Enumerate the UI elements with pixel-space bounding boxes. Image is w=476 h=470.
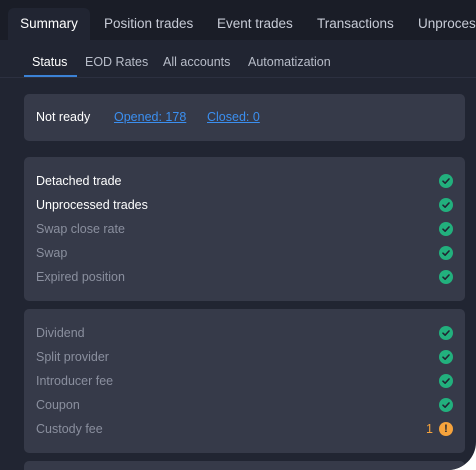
check-row-detached-trade: Detached trade: [36, 169, 453, 193]
check-row-dividend: Dividend: [36, 321, 453, 345]
active-subtab-indicator: [24, 75, 77, 77]
subtab-status[interactable]: Status: [32, 55, 67, 69]
check-label: Split provider: [36, 350, 109, 364]
main-tab-bar: Summary Position trades Event trades Tra…: [0, 0, 476, 40]
check-icon: [439, 222, 453, 236]
tab-transactions[interactable]: Transactions: [317, 8, 394, 40]
tab-unprocessed[interactable]: Unprocess: [418, 8, 476, 40]
tab-position-trades[interactable]: Position trades: [104, 8, 193, 40]
check-label: Detached trade: [36, 174, 122, 188]
checks-card-2: Dividend Split provider Introducer fee C…: [24, 309, 465, 453]
check-label: Custody fee: [36, 422, 103, 436]
closed-link[interactable]: Closed: 0: [207, 110, 260, 124]
check-row-introducer-fee: Introducer fee: [36, 369, 453, 393]
check-icon: [439, 246, 453, 260]
checks-card-1: Detached trade Unprocessed trades Swap c…: [24, 157, 465, 301]
check-row-coupon: Coupon: [36, 393, 453, 417]
check-icon: [439, 198, 453, 212]
check-icon: [439, 174, 453, 188]
check-label: Swap: [36, 246, 68, 260]
subtab-divider: [0, 77, 476, 78]
check-label: Coupon: [36, 398, 80, 412]
check-icon: [439, 398, 453, 412]
tab-summary[interactable]: Summary: [8, 8, 90, 40]
subtab-automatization[interactable]: Automatization: [248, 55, 331, 69]
tab-event-trades[interactable]: Event trades: [217, 8, 293, 40]
status-label: Not ready: [36, 110, 91, 124]
subtab-all-accounts[interactable]: All accounts: [163, 55, 230, 69]
warning-icon[interactable]: !: [439, 422, 453, 436]
check-row-swap-close-rate: Swap close rate: [36, 217, 453, 241]
sub-tab-bar: Status EOD Rates All accounts Automatiza…: [0, 40, 476, 78]
check-icon: [439, 326, 453, 340]
check-icon: [439, 374, 453, 388]
check-icon: [439, 350, 453, 364]
app-window: Summary Position trades Event trades Tra…: [0, 0, 476, 470]
check-row-custody-fee[interactable]: Custody fee 1 !: [36, 417, 453, 441]
check-row-swap: Swap: [36, 241, 453, 265]
status-card: Not ready Opened: 178 Closed: 0: [24, 94, 465, 141]
checks-card-3: [24, 461, 465, 470]
check-label: Dividend: [36, 326, 85, 340]
opened-link[interactable]: Opened: 178: [114, 110, 186, 124]
check-row-unprocessed-trades: Unprocessed trades: [36, 193, 453, 217]
check-label: Introducer fee: [36, 374, 114, 388]
check-row-expired-position: Expired position: [36, 265, 453, 289]
check-icon: [439, 270, 453, 284]
subtab-eod-rates[interactable]: EOD Rates: [85, 55, 148, 69]
check-label: Swap close rate: [36, 222, 125, 236]
check-label: Unprocessed trades: [36, 198, 148, 212]
warning-count: 1: [426, 422, 433, 436]
check-row-split-provider: Split provider: [36, 345, 453, 369]
check-label: Expired position: [36, 270, 125, 284]
